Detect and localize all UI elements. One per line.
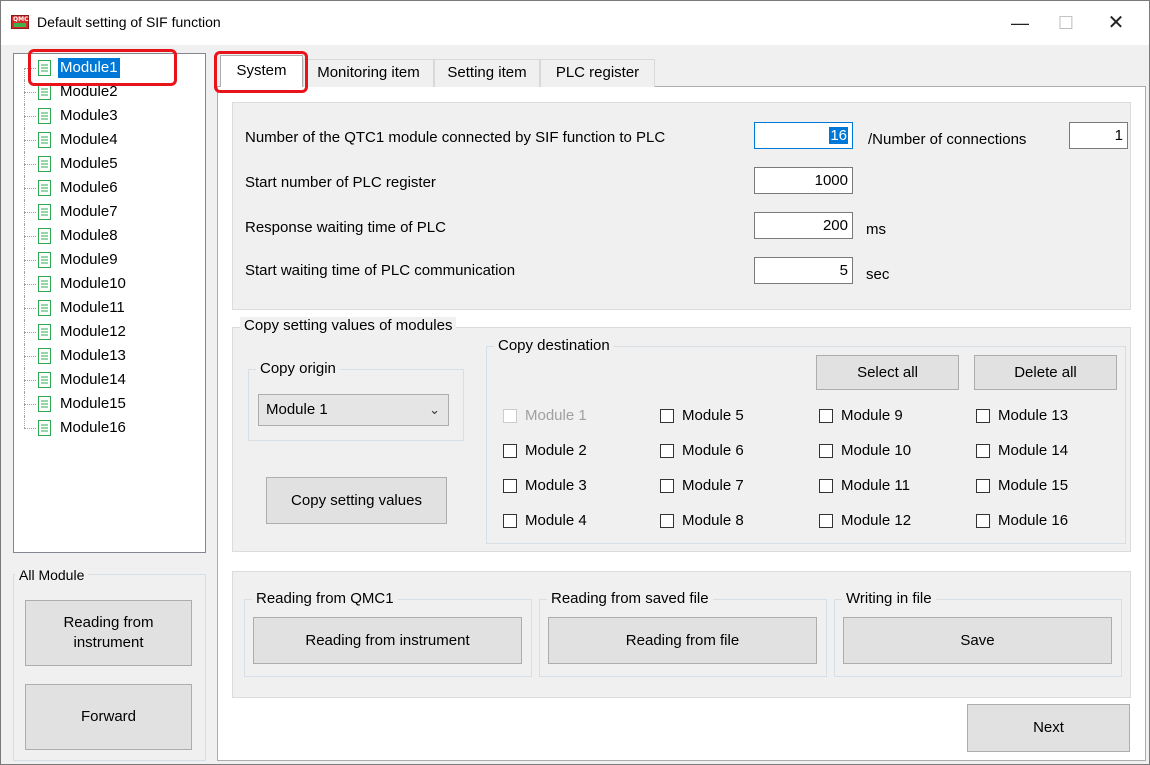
tree-item-label: Module13 xyxy=(60,347,126,364)
num-connections-input[interactable]: 1 xyxy=(1069,122,1128,149)
tree-item-module13[interactable]: Module13 xyxy=(14,344,204,368)
start-register-input[interactable]: 1000 xyxy=(754,167,853,194)
tab-setting-item[interactable]: Setting item xyxy=(434,59,540,87)
tree-item-label: Module9 xyxy=(60,251,118,268)
tree-item-label: Module3 xyxy=(60,107,118,124)
tree-item-label: Module6 xyxy=(60,179,118,196)
tree-item-label: Module16 xyxy=(60,419,126,436)
read-file-button[interactable]: Reading from file xyxy=(548,617,817,664)
document-icon xyxy=(38,180,51,196)
tree-item-module5[interactable]: Module5 xyxy=(14,152,204,176)
tree-item-label: Module15 xyxy=(60,395,126,412)
start-wait-unit: sec xyxy=(866,266,890,283)
copy-origin-title: Copy origin xyxy=(256,360,340,378)
document-icon xyxy=(38,84,51,100)
tab-monitoring-item[interactable]: Monitoring item xyxy=(303,59,434,87)
copy-destination-title: Copy destination xyxy=(494,337,614,355)
all-module-title: All Module xyxy=(15,566,89,584)
forward-button[interactable]: Forward xyxy=(25,684,192,750)
select-all-button[interactable]: Select all xyxy=(816,355,959,390)
document-icon xyxy=(38,252,51,268)
start-wait-label: Start waiting time of PLC communication xyxy=(245,262,516,279)
writing-file-title: Writing in file xyxy=(842,590,936,608)
save-button[interactable]: Save xyxy=(843,617,1112,664)
tree-item-module11[interactable]: Module11 xyxy=(14,296,204,320)
document-icon xyxy=(38,204,51,220)
tree-item-module3[interactable]: Module3 xyxy=(14,104,204,128)
tree-item-module12[interactable]: Module12 xyxy=(14,320,204,344)
response-wait-label: Response waiting time of PLC xyxy=(245,219,446,236)
document-icon xyxy=(38,108,51,124)
response-wait-input[interactable]: 200 xyxy=(754,212,853,239)
document-icon xyxy=(38,228,51,244)
copy-setting-values-button[interactable]: Copy setting values xyxy=(266,477,447,524)
tree-item-module6[interactable]: Module6 xyxy=(14,176,204,200)
delete-all-button[interactable]: Delete all xyxy=(974,355,1117,390)
reading-file-title: Reading from saved file xyxy=(547,590,713,608)
tree-item-label: Module5 xyxy=(60,155,118,172)
document-icon xyxy=(38,372,51,388)
tree-item-module8[interactable]: Module8 xyxy=(14,224,204,248)
title-bar: QMC1 Default setting of SIF function — ☐… xyxy=(1,1,1149,45)
tree-item-module16[interactable]: Module16 xyxy=(14,416,204,440)
tree-item-label: Module4 xyxy=(60,131,118,148)
tree-item-label: Module14 xyxy=(60,371,126,388)
minimize-button[interactable]: — xyxy=(997,7,1043,39)
chevron-down-icon: ⌄ xyxy=(429,402,440,417)
tree-item-label: Module11 xyxy=(60,299,125,316)
start-wait-input[interactable]: 5 xyxy=(754,257,853,284)
highlight-box-system-tab xyxy=(214,51,308,93)
num-modules-label: Number of the QTC1 module connected by S… xyxy=(245,129,666,146)
tree-item-module9[interactable]: Module9 xyxy=(14,248,204,272)
document-icon xyxy=(38,396,51,412)
document-icon xyxy=(38,300,51,316)
tree-item-module14[interactable]: Module14 xyxy=(14,368,204,392)
tree-item-module10[interactable]: Module10 xyxy=(14,272,204,296)
tree-item-module7[interactable]: Module7 xyxy=(14,200,204,224)
all-read-instrument-button[interactable]: Reading from instrument xyxy=(25,600,192,666)
num-connections-label: /Number of connections xyxy=(868,131,1027,148)
num-modules-input[interactable]: 16 xyxy=(754,122,853,149)
tree-item-label: Module7 xyxy=(60,203,118,220)
app-icon: QMC1 xyxy=(11,15,33,29)
system-settings-box: Number of the QTC1 module connected by S… xyxy=(232,102,1131,310)
response-wait-unit: ms xyxy=(866,221,886,238)
document-icon xyxy=(38,156,51,172)
document-icon xyxy=(38,348,51,364)
tree-item-label: Module8 xyxy=(60,227,118,244)
window-title: Default setting of SIF function xyxy=(37,14,221,30)
document-icon xyxy=(38,324,51,340)
highlight-box-module1 xyxy=(28,49,177,86)
dialog-window: QMC1 Default setting of SIF function — ☐… xyxy=(0,0,1150,765)
start-register-label: Start number of PLC register xyxy=(245,174,436,191)
module-tree[interactable]: Module1 Module2 Module3 Module4 Module5 … xyxy=(13,53,206,553)
maximize-button[interactable]: ☐ xyxy=(1043,7,1089,39)
tree-item-label: Module10 xyxy=(60,275,126,292)
reading-qmc1-title: Reading from QMC1 xyxy=(252,590,398,608)
tree-item-module15[interactable]: Module15 xyxy=(14,392,204,416)
close-button[interactable]: ✕ xyxy=(1093,7,1139,39)
tab-plc-register[interactable]: PLC register xyxy=(540,59,655,87)
read-instrument-button[interactable]: Reading from instrument xyxy=(253,617,522,664)
document-icon xyxy=(38,420,51,436)
document-icon xyxy=(38,276,51,292)
next-button[interactable]: Next xyxy=(967,704,1130,752)
tree-item-module4[interactable]: Module4 xyxy=(14,128,204,152)
tree-item-label: Module12 xyxy=(60,323,126,340)
copy-origin-select[interactable]: Module 1 ⌄ xyxy=(258,394,449,426)
document-icon xyxy=(38,132,51,148)
copy-settings-title: Copy setting values of modules xyxy=(240,317,457,335)
